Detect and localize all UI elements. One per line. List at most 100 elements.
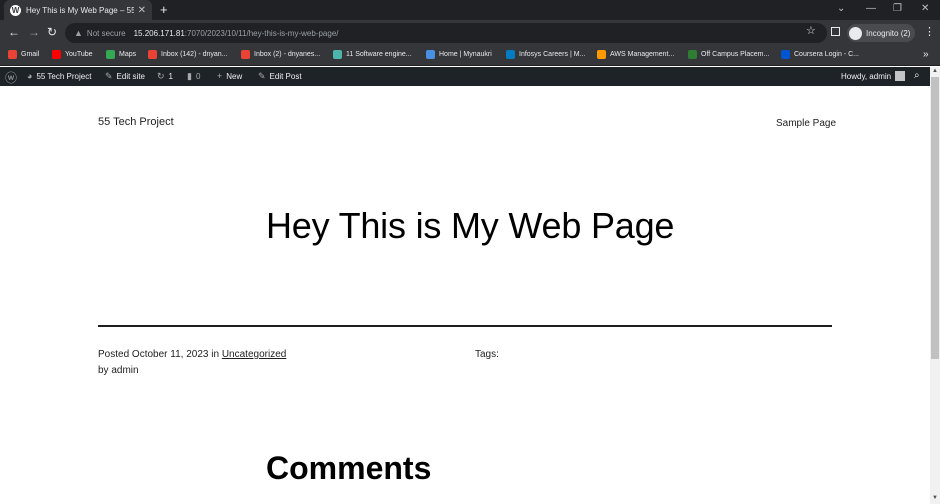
close-tab-icon[interactable]: ✕ — [138, 5, 146, 16]
bookmark-label: AWS Management... — [610, 51, 675, 58]
warning-icon: ▲ — [74, 28, 83, 38]
bookmark-item[interactable]: Inbox (142) - dnyan... — [148, 50, 228, 59]
incognito-label: Incognito (2) — [866, 28, 911, 38]
wordpress-favicon-icon: W — [10, 4, 21, 16]
tab-strip: W Hey This is My Web Page – 55 Te ✕ + ⌄ … — [0, 0, 940, 20]
bookmark-favicon-icon — [426, 50, 435, 59]
post-meta: Posted October 11, 2023 in Uncategorized — [98, 349, 286, 360]
bookmark-favicon-icon — [8, 50, 17, 59]
wp-admin-bar: ⓦ ◕ 55 Tech Project ✎ Edit site ↻ 1 ▮ 0 … — [0, 67, 930, 86]
dashboard-icon: ◕ — [27, 71, 33, 81]
bookmark-favicon-icon — [333, 50, 342, 59]
incognito-profile-button[interactable]: Incognito (2) — [847, 24, 916, 42]
bookmark-label: Inbox (2) - dnyanes... — [254, 51, 321, 58]
wordpress-logo-icon[interactable]: ⓦ — [5, 69, 17, 86]
site-title-link[interactable]: 55 Tech Project — [98, 116, 174, 128]
category-link[interactable]: Uncategorized — [222, 349, 286, 360]
bookmark-favicon-icon — [781, 50, 790, 59]
new-label: New — [226, 71, 243, 81]
bookmark-item[interactable]: Coursera Login - C... — [781, 50, 859, 59]
browser-toolbar: ← → ↻ ▲ Not secure 15.206.171.81 :7070/2… — [0, 20, 940, 46]
post-author: by admin — [98, 365, 139, 376]
plus-icon: + — [217, 71, 223, 81]
browser-tab[interactable]: W Hey This is My Web Page – 55 Te ✕ — [4, 0, 152, 20]
bookmark-label: Inbox (142) - dnyan... — [161, 51, 228, 58]
page-scrollbar[interactable]: ▲ ▼ — [930, 67, 940, 504]
scroll-up-arrow-icon[interactable]: ▲ — [932, 68, 938, 74]
bookmark-favicon-icon — [241, 50, 250, 59]
reload-icon[interactable]: ↻ — [47, 25, 57, 39]
bookmark-label: YouTube — [65, 51, 93, 58]
admin-site-name-link[interactable]: ◕ 55 Tech Project — [27, 71, 91, 81]
edit-post-link[interactable]: ✎ Edit Post — [258, 71, 302, 82]
bookmark-favicon-icon — [506, 50, 515, 59]
bookmark-favicon-icon — [148, 50, 157, 59]
bookmarks-overflow-icon[interactable]: » — [923, 49, 929, 60]
bookmark-item[interactable]: Gmail — [8, 50, 39, 59]
bookmark-label: Home | Mynaukri — [439, 51, 492, 58]
side-panel-icon[interactable] — [831, 27, 840, 36]
new-content-link[interactable]: + New — [217, 71, 242, 81]
bookmark-label: Infosys Careers | M... — [519, 51, 586, 58]
brush-icon: ✎ — [105, 71, 113, 81]
post-title: Hey This is My Web Page — [266, 205, 675, 246]
bookmark-item[interactable]: Off Campus Placem... — [688, 50, 769, 59]
bookmark-favicon-icon — [597, 50, 606, 59]
minimize-button[interactable]: — — [866, 3, 876, 14]
bookmarks-bar: Gmail YouTube Maps Inbox (142) - dnyan... In… — [0, 46, 940, 66]
comments-heading: Comments — [266, 450, 432, 486]
updates-icon: ↻ — [157, 71, 165, 81]
comment-bubble-icon: ▮ — [187, 71, 192, 81]
bookmark-label: Coursera Login - C... — [794, 51, 859, 58]
tab-search-icon[interactable]: ⌄ — [837, 3, 845, 14]
in-word: in — [211, 349, 220, 360]
menu-kebab-icon[interactable]: ⋮ — [924, 25, 935, 38]
bookmark-label: 11 Software engine... — [346, 51, 412, 58]
my-account-link[interactable]: Howdy, admin — [841, 71, 906, 81]
tags-label: Tags: — [475, 349, 499, 360]
bookmark-item[interactable]: YouTube — [52, 50, 93, 59]
howdy-label: Howdy, admin — [841, 71, 892, 81]
separator-line — [98, 325, 832, 327]
tab-title: Hey This is My Web Page – 55 Te — [26, 5, 134, 15]
edit-post-label: Edit Post — [269, 72, 302, 81]
bookmark-star-icon[interactable]: ☆ — [806, 24, 816, 37]
bookmark-label: Off Campus Placem... — [701, 51, 770, 58]
incognito-icon — [849, 26, 862, 40]
back-arrow-icon[interactable]: ← — [8, 25, 20, 39]
url-path: :7070/2023/10/11/hey-this-is-my-web-page… — [184, 28, 339, 38]
scroll-down-arrow-icon[interactable]: ▼ — [932, 495, 938, 501]
search-icon[interactable]: ⌕ — [914, 70, 920, 81]
bookmark-item[interactable]: 11 Software engine... — [333, 50, 412, 59]
restore-button[interactable]: ❐ — [893, 3, 902, 14]
scrollbar-thumb[interactable] — [931, 77, 939, 359]
bookmark-item[interactable]: AWS Management... — [597, 50, 674, 59]
edit-site-label: Edit site — [116, 72, 146, 81]
forward-arrow-icon[interactable]: → — [28, 25, 40, 39]
posted-prefix: Posted — [98, 349, 130, 360]
address-bar[interactable]: ▲ Not secure 15.206.171.81 :7070/2023/10… — [65, 23, 827, 43]
admin-site-name: 55 Tech Project — [36, 71, 92, 81]
bookmark-item[interactable]: Home | Mynaukri — [426, 50, 492, 59]
bookmark-favicon-icon — [106, 50, 115, 59]
post-date: October 11, 2023 — [131, 349, 209, 360]
bookmark-item[interactable]: Infosys Careers | M... — [506, 50, 585, 59]
comments-link[interactable]: ▮ 0 — [187, 71, 200, 82]
bookmark-item[interactable]: Maps — [106, 50, 136, 59]
bookmark-favicon-icon — [688, 50, 697, 59]
comments-count: 0 — [195, 72, 201, 81]
pencil-icon: ✎ — [258, 71, 266, 81]
avatar — [895, 71, 906, 81]
bookmark-label: Gmail — [21, 51, 40, 58]
updates-link[interactable]: ↻ 1 — [157, 71, 173, 82]
new-tab-button[interactable]: + — [160, 2, 168, 17]
close-window-button[interactable]: ✕ — [921, 3, 929, 14]
bookmark-favicon-icon — [52, 50, 61, 59]
not-secure-label[interactable]: Not secure — [87, 29, 126, 38]
nav-sample-page-link[interactable]: Sample Page — [776, 118, 836, 129]
updates-count: 1 — [168, 72, 173, 81]
bookmark-label: Maps — [119, 51, 137, 58]
url-host: 15.206.171.81 — [133, 28, 185, 38]
bookmark-item[interactable]: Inbox (2) - dnyanes... — [241, 50, 320, 59]
edit-site-link[interactable]: ✎ Edit site — [105, 71, 145, 82]
